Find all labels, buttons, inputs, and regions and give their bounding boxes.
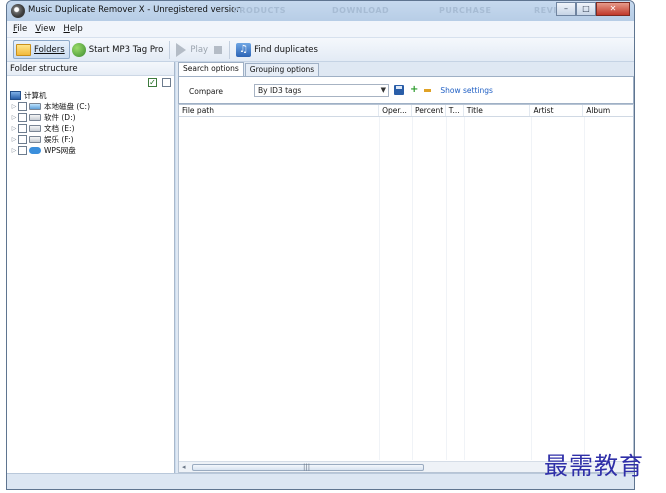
- column-artist[interactable]: Artist: [530, 105, 584, 116]
- app-icon: [11, 4, 25, 18]
- scrollbar-thumb[interactable]: |||: [192, 463, 424, 471]
- column-divider: [380, 117, 413, 460]
- preset-controls: + Show settings: [394, 85, 493, 95]
- close-button[interactable]: ✕: [596, 2, 630, 16]
- column-divider: [465, 117, 532, 460]
- drive-checkbox[interactable]: [18, 146, 27, 155]
- column-title[interactable]: Title: [464, 105, 531, 116]
- mp3-tag-icon: [71, 42, 86, 57]
- save-icon[interactable]: [394, 85, 404, 95]
- grip-icon: |||: [303, 463, 311, 471]
- drive-checkbox[interactable]: [18, 102, 27, 111]
- computer-icon: [10, 91, 21, 100]
- options-tabs: Search options Grouping options: [176, 62, 634, 76]
- search-options-panel: Compare By ID3 tags ▼ + Show settings: [178, 76, 634, 104]
- drive-label: 软件 (D:): [44, 113, 76, 122]
- tab-grouping-options[interactable]: Grouping options: [244, 63, 320, 76]
- toolbar: Folders Start MP3 Tag Pro Play ♫ Find du…: [7, 38, 634, 62]
- find-duplicates-label: Find duplicates: [254, 44, 318, 55]
- toolbar-separator: [229, 40, 231, 59]
- play-icon: [176, 42, 187, 57]
- compare-select-value: By ID3 tags: [258, 86, 302, 95]
- status-bar: [7, 473, 634, 489]
- column-file-path[interactable]: File path: [179, 105, 380, 116]
- drive-checkbox[interactable]: [18, 124, 27, 133]
- column-divider: [532, 117, 585, 460]
- expand-arrow-icon[interactable]: ▷: [10, 114, 18, 121]
- drive-label: WPS网盘: [44, 146, 76, 155]
- drive-label: 娱乐 (F:): [44, 135, 74, 144]
- background-nav-purchase: PURCHASE: [439, 6, 492, 15]
- menu-help[interactable]: Help: [63, 24, 82, 34]
- table-header: File path Oper... Percent T... Title Art…: [179, 105, 633, 117]
- expand-arrow-icon[interactable]: ▷: [10, 147, 18, 154]
- column-divider: [179, 117, 380, 460]
- tree-item-drive-c[interactable]: ▷ 本地磁盘 (C:): [7, 101, 174, 112]
- column-operation[interactable]: Oper...: [379, 105, 412, 116]
- drive-label: 文档 (E:): [44, 124, 75, 133]
- window-title: Music Duplicate Remover X - Unregistered…: [28, 5, 242, 15]
- scroll-left-icon[interactable]: ◂: [182, 463, 186, 471]
- drive-checkbox[interactable]: [18, 113, 27, 122]
- start-mp3-tag-pro-button[interactable]: Start MP3 Tag Pro: [70, 40, 168, 59]
- folder-icon: [16, 43, 31, 56]
- show-settings-link[interactable]: Show settings: [440, 86, 493, 95]
- tree-item-drive-f[interactable]: ▷ 娱乐 (F:): [7, 134, 174, 145]
- play-label: Play: [190, 44, 209, 55]
- compare-select[interactable]: By ID3 tags ▼: [254, 84, 389, 97]
- tree-root-computer[interactable]: 计算机: [7, 90, 174, 101]
- watermark-text: 最需教育: [544, 452, 644, 480]
- system-drive-icon: [29, 103, 41, 110]
- results-pane: Search options Grouping options Compare …: [176, 62, 634, 473]
- play-button[interactable]: Play: [174, 40, 212, 59]
- stop-icon[interactable]: [214, 45, 223, 54]
- select-all-row: ✓: [7, 76, 174, 90]
- app-window: Music Duplicate Remover X - Unregistered…: [6, 0, 635, 490]
- menu-file[interactable]: File: [13, 24, 27, 34]
- tab-search-options[interactable]: Search options: [178, 62, 244, 76]
- uncheck-all-checkbox[interactable]: [162, 78, 171, 87]
- tree-item-drive-d[interactable]: ▷ 软件 (D:): [7, 112, 174, 123]
- find-duplicates-button[interactable]: ♫ Find duplicates: [234, 40, 322, 59]
- remove-icon[interactable]: [424, 88, 432, 92]
- folder-pane-header: Folder structure: [7, 62, 174, 76]
- toolbar-separator: [169, 40, 171, 59]
- column-album[interactable]: Album: [583, 105, 633, 116]
- background-nav-download: DOWNLOAD: [332, 6, 390, 15]
- drive-label: 本地磁盘 (C:): [44, 102, 90, 111]
- compare-label: Compare: [189, 87, 224, 96]
- cloud-icon: [29, 147, 41, 154]
- expand-arrow-icon[interactable]: ▷: [10, 125, 18, 132]
- column-track[interactable]: T...: [446, 105, 464, 116]
- background-nav-products: PRODUCTS: [233, 6, 287, 15]
- minimize-button[interactable]: –: [556, 2, 576, 16]
- expand-arrow-icon[interactable]: ▷: [10, 136, 18, 143]
- drive-checkbox[interactable]: [18, 135, 27, 144]
- chevron-down-icon: ▼: [380, 86, 386, 94]
- start-mp3-label: Start MP3 Tag Pro: [88, 44, 164, 55]
- tree-item-wps-cloud[interactable]: ▷ WPS网盘: [7, 145, 174, 156]
- folder-pane: Folder structure ✓ 计算机 ▷ 本地磁盘 (C:) ▷ 软件 …: [7, 62, 175, 473]
- tree-item-drive-e[interactable]: ▷ 文档 (E:): [7, 123, 174, 134]
- maximize-button[interactable]: □: [576, 2, 596, 16]
- column-percent[interactable]: Percent: [412, 105, 446, 116]
- table-body: [179, 117, 633, 460]
- expand-arrow-icon[interactable]: ▷: [10, 103, 18, 110]
- drive-icon: [29, 136, 41, 143]
- menu-view[interactable]: View: [35, 24, 55, 34]
- check-all-checkbox[interactable]: ✓: [148, 78, 157, 87]
- column-divider: [413, 117, 447, 460]
- find-duplicates-icon: ♫: [236, 42, 252, 57]
- title-bar[interactable]: Music Duplicate Remover X - Unregistered…: [7, 1, 634, 21]
- tree-root-label: 计算机: [24, 91, 47, 100]
- column-divider: [447, 117, 465, 460]
- drive-icon: [29, 125, 41, 132]
- add-icon[interactable]: +: [410, 85, 418, 95]
- results-table: File path Oper... Percent T... Title Art…: [178, 104, 634, 473]
- folders-button[interactable]: Folders: [13, 40, 70, 59]
- drive-icon: [29, 114, 41, 121]
- window-controls: – □ ✕: [556, 2, 630, 16]
- folders-label: Folders: [34, 44, 65, 55]
- menu-bar: File View Help: [7, 21, 634, 38]
